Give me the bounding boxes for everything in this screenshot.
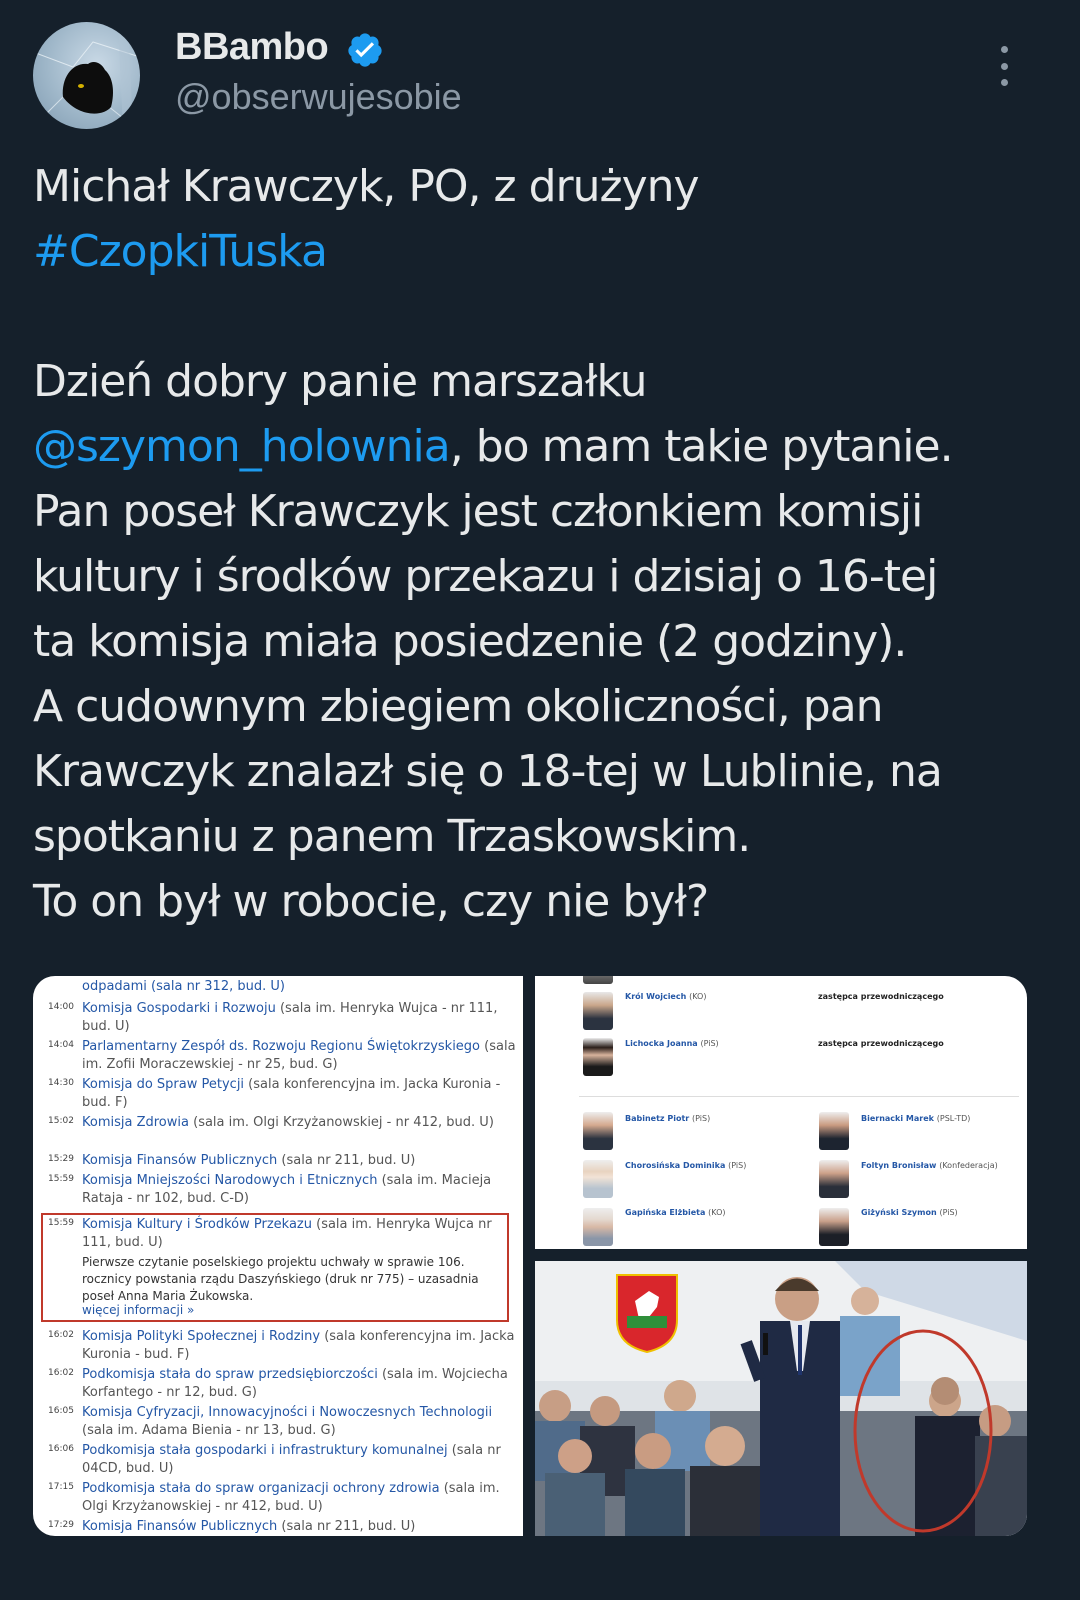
display-name[interactable]: BBambo bbox=[175, 26, 329, 69]
schedule-location: (sala nr 211, bud. U) bbox=[277, 1519, 416, 1534]
tweet-line: A cudownym zbiegiem okoliczności, pan bbox=[33, 681, 884, 732]
committee-link[interactable]: Komisja Zdrowia bbox=[82, 1115, 189, 1130]
committee-link[interactable]: Podkomisja stała gospodarki i infrastruk… bbox=[82, 1443, 448, 1458]
member-name[interactable]: Chorosińska Dominika (PiS) bbox=[625, 1161, 746, 1170]
members-image[interactable]: Król Wojciech (KO) zastępca przewodniczą… bbox=[535, 976, 1027, 1249]
media-grid: odpadami (sala nr 312, bud. U) 14:00 Kom… bbox=[33, 976, 1027, 1536]
tweet-line: spotkaniu z panem Trzaskowskim. bbox=[33, 811, 751, 862]
committee-link[interactable]: Parlamentarny Zespół ds. Rozwoju Regionu… bbox=[82, 1039, 480, 1054]
avatar[interactable] bbox=[33, 22, 140, 129]
verified-badge-icon bbox=[348, 33, 382, 67]
schedule-time: 14:00 bbox=[48, 1002, 74, 1012]
handle[interactable]: @obserwujesobie bbox=[175, 76, 462, 118]
member-photo bbox=[819, 1208, 849, 1246]
members-list: Król Wojciech (KO) zastępca przewodniczą… bbox=[535, 976, 1027, 1249]
tweet-line: To on był w robocie, czy nie był? bbox=[33, 876, 709, 927]
member-photo bbox=[583, 1208, 613, 1246]
committee-link[interactable]: Podkomisja stała do spraw przedsiębiorcz… bbox=[82, 1367, 378, 1382]
schedule-time: 15:29 bbox=[48, 1154, 74, 1164]
committee-link[interactable]: Komisja Cyfryzacji, Innowacyjności i Now… bbox=[82, 1405, 492, 1420]
committee-link[interactable]: Komisja Polityki Społecznej i Rodziny bbox=[82, 1329, 320, 1344]
member-photo bbox=[583, 1160, 613, 1198]
member-role: zastępca przewodniczącego bbox=[818, 992, 944, 1001]
coat-of-arms-icon bbox=[616, 1274, 678, 1354]
tweet-line: Michał Krawczyk, PO, z drużyny bbox=[33, 161, 700, 212]
member-photo bbox=[583, 976, 613, 984]
schedule-partial: odpadami (sala nr 312, bud. U) bbox=[82, 979, 285, 994]
tweet-line-rest: , bo mam takie pytanie. bbox=[449, 421, 954, 472]
tweet-line: kultury i środków przekazu i dzisiaj o 1… bbox=[33, 551, 938, 602]
tweet-text: Michał Krawczyk, PO, z drużyny #CzopkiTu… bbox=[33, 154, 1043, 934]
schedule-time: 15:59 bbox=[48, 1174, 74, 1184]
event-photo[interactable] bbox=[535, 1261, 1027, 1536]
schedule-time: 15:59 bbox=[48, 1218, 74, 1228]
schedule-time: 16:02 bbox=[48, 1368, 74, 1378]
member-photo bbox=[583, 1112, 613, 1150]
tweet-line: Pan poseł Krawczyk jest członkiem komisj… bbox=[33, 486, 923, 537]
member-name[interactable]: Giżyński Szymon (PiS) bbox=[861, 1208, 958, 1217]
tweet-line: Dzień dobry panie marszałku bbox=[33, 356, 648, 407]
committee-link[interactable]: Komisja Finansów Publicznych bbox=[82, 1153, 277, 1168]
schedule-location: (sala im. Olgi Krzyżanowskiej - nr 412, … bbox=[188, 1115, 494, 1130]
black-cat-avatar-icon bbox=[33, 22, 140, 129]
schedule-location: (sala im. Adama Bienia - nr 13, bud. G) bbox=[82, 1423, 336, 1438]
schedule-time: 16:02 bbox=[48, 1330, 74, 1340]
schedule-time: 17:29 bbox=[48, 1520, 74, 1530]
committee-link[interactable]: Podkomisja stała do spraw organizacji oc… bbox=[82, 1481, 440, 1496]
committee-link[interactable]: Komisja Mniejszości Narodowych i Etniczn… bbox=[82, 1173, 377, 1188]
divider bbox=[579, 1096, 1019, 1097]
committee-link[interactable]: Komisja Kultury i Środków Przekazu bbox=[82, 1217, 312, 1232]
schedule-location: (sala nr 211, bud. U) bbox=[277, 1153, 416, 1168]
tweet-line: @szymon_holownia, bo mam takie pytanie. bbox=[33, 414, 1043, 479]
more-vertical-icon[interactable] bbox=[990, 46, 1018, 86]
committee-link[interactable]: Komisja Finansów Publicznych bbox=[82, 1519, 277, 1534]
microphone-icon bbox=[763, 1333, 768, 1355]
member-photo bbox=[583, 1038, 613, 1076]
event-photo-illustration bbox=[535, 1261, 1027, 1536]
meeting-description: Pierwsze czytanie poselskiego projektu u… bbox=[82, 1255, 479, 1303]
member-photo bbox=[819, 1160, 849, 1198]
mention-link[interactable]: @szymon_holownia bbox=[33, 421, 451, 472]
committee-link[interactable]: Komisja do Spraw Petycji bbox=[82, 1077, 244, 1092]
schedule-time: 16:05 bbox=[48, 1406, 74, 1416]
member-photo bbox=[583, 992, 613, 1030]
more-info-link[interactable]: więcej informacji » bbox=[82, 1303, 194, 1317]
schedule-time: 16:06 bbox=[48, 1444, 74, 1454]
member-role: zastępca przewodniczącego bbox=[818, 1039, 944, 1048]
member-name[interactable]: Król Wojciech (KO) bbox=[625, 992, 706, 1001]
schedule-time: 14:04 bbox=[48, 1040, 74, 1050]
tweet-line: ta komisja miała posiedzenie (2 godziny)… bbox=[33, 616, 907, 667]
member-name[interactable]: Biernacki Marek (PSL-TD) bbox=[861, 1114, 970, 1123]
tweet-line: Krawczyk znalazł się o 18-tej w Lublinie… bbox=[33, 746, 943, 797]
schedule-time: 17:15 bbox=[48, 1482, 74, 1492]
hashtag-link[interactable]: #CzopkiTuska bbox=[33, 219, 1043, 284]
schedule-time: 14:30 bbox=[48, 1078, 74, 1088]
member-photo bbox=[819, 1112, 849, 1150]
member-name[interactable]: Babinetz Piotr (PiS) bbox=[625, 1114, 710, 1123]
member-name[interactable]: Lichocka Joanna (PiS) bbox=[625, 1039, 719, 1048]
schedule-time: 15:02 bbox=[48, 1116, 74, 1126]
schedule-image[interactable]: odpadami (sala nr 312, bud. U) 14:00 Kom… bbox=[33, 976, 523, 1536]
member-name[interactable]: Foltyn Bronisław (Konfederacja) bbox=[861, 1161, 998, 1170]
member-name[interactable]: Gapińska Elżbieta (KO) bbox=[625, 1208, 726, 1217]
committee-link[interactable]: Komisja Gospodarki i Rozwoju bbox=[82, 1001, 276, 1016]
